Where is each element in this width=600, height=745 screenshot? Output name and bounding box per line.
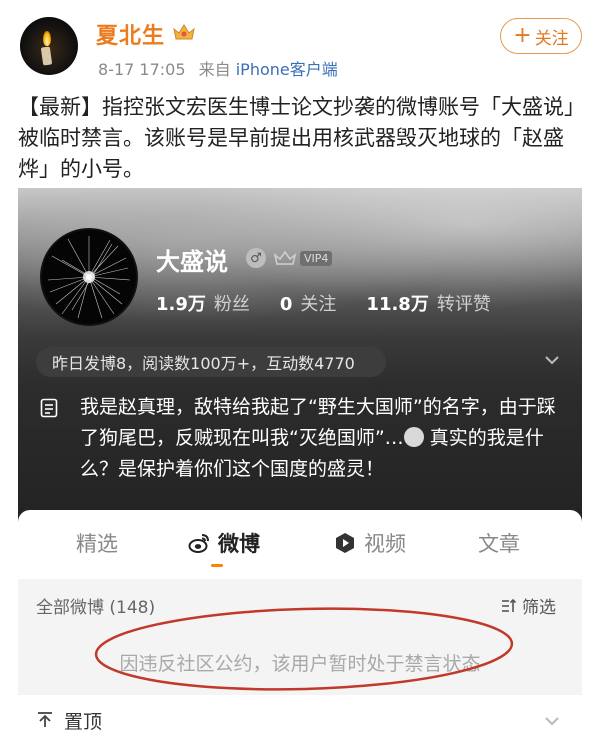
tab-video-label: 视频: [364, 532, 406, 556]
fans-label: 粉丝: [213, 294, 250, 315]
post-text: 【最新】指控张文宏医生博士论文抄袭的微博账号「大盛说」被临时禁言。该账号是早前提…: [18, 95, 575, 181]
chevron-down-icon[interactable]: [542, 711, 562, 731]
following-count[interactable]: 0: [280, 294, 293, 315]
following-label: 关注: [300, 294, 337, 315]
sad-face-icon: [403, 427, 424, 447]
post-header: 夏北生 8-17 17:05 来自 iPhone客户端 + 关注: [0, 0, 600, 90]
chevron-down-icon[interactable]: [542, 350, 562, 370]
tab-weibo-label: 微博: [218, 532, 260, 556]
starburst-avatar-image: [44, 232, 134, 322]
crown-icon: [173, 24, 195, 40]
tab-row: 精选 微博 视频 文章: [18, 520, 582, 564]
source-prefix: 来自: [198, 60, 231, 79]
candle: [40, 46, 53, 66]
tab-video[interactable]: 视频: [334, 528, 406, 558]
male-icon: ♂: [246, 248, 266, 268]
vip-level: VIP4: [300, 250, 333, 266]
pinned-label: 置顶: [64, 711, 103, 733]
likes-count[interactable]: 11.8万: [366, 290, 428, 316]
tab-indicator: [211, 564, 223, 567]
profile-avatar[interactable]: [40, 228, 138, 326]
document-icon: [40, 398, 58, 418]
profile-bio: 我是赵真理，敌特给我起了“野生大国师”的名字，由于踩了狗尾巴，反贼现在叫我“灭绝…: [80, 392, 560, 485]
candle-flame: [43, 31, 51, 46]
likes-label: 转评赞: [436, 294, 491, 315]
red-circle-annotation: [94, 607, 514, 691]
vip-badge[interactable]: VIP4: [272, 248, 333, 268]
post-meta: 8-17 17:05 来自 iPhone客户端: [98, 56, 338, 80]
weibo-icon: [188, 534, 209, 553]
post-source[interactable]: iPhone客户端: [236, 60, 338, 79]
author-avatar[interactable]: [20, 17, 78, 75]
tab-featured-label: 精选: [76, 532, 118, 556]
yesterday-stats[interactable]: 昨日发博8，阅读数100万+，互动数4770: [36, 347, 386, 377]
profile-stats: 1.9万 粉丝 0 关注 11.8万 转评赞: [156, 290, 491, 316]
tab-featured[interactable]: 精选: [76, 528, 118, 558]
profile-tabs-card: 精选 微博 视频 文章 全部微博 (148) 筛选 因违反社区公约，该用户暂时处…: [18, 510, 582, 745]
follow-button[interactable]: + 关注: [500, 18, 582, 54]
profile-name: 大盛说: [156, 248, 228, 276]
pin-top-icon: [38, 712, 52, 727]
video-icon: [336, 533, 354, 553]
profile-header: 大盛说 ♂ VIP4 1.9万 粉丝 0 关注 11.8万 转评赞 昨日发博8，…: [18, 188, 582, 524]
author-name[interactable]: 夏北生: [96, 18, 165, 50]
fans-count[interactable]: 1.9万: [156, 290, 206, 316]
embedded-screenshot: 大盛说 ♂ VIP4 1.9万 粉丝 0 关注 11.8万 转评赞 昨日发博8，…: [18, 188, 582, 745]
vip-crown-icon: [273, 250, 297, 265]
plus-icon: +: [513, 23, 532, 48]
pinned-row[interactable]: 置顶: [18, 695, 582, 745]
follow-label: 关注: [534, 28, 569, 49]
filter-label: 筛选: [522, 598, 556, 618]
tab-articles[interactable]: 文章: [478, 528, 520, 558]
tab-articles-label: 文章: [478, 532, 520, 556]
tab-weibo[interactable]: 微博: [188, 528, 260, 558]
post-date: 8-17 17:05: [98, 60, 186, 79]
